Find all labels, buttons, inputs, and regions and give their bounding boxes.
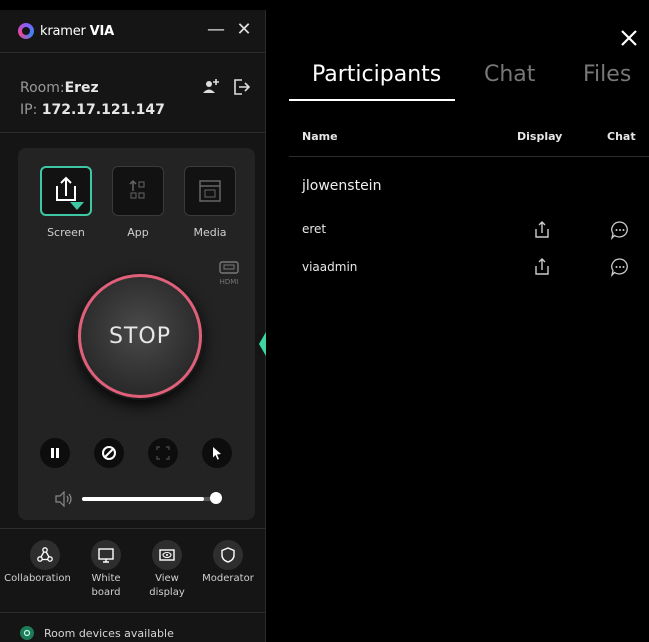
share-display-icon[interactable] [532, 220, 552, 240]
volume-knob[interactable] [210, 492, 222, 504]
ip-label: IP: [20, 102, 38, 118]
logo-brand: kramer [40, 23, 86, 39]
add-user-icon[interactable] [200, 76, 222, 98]
screen-label: Screen [47, 226, 85, 239]
pause-button[interactable] [40, 438, 70, 468]
block-icon [102, 446, 116, 460]
pause-icon [51, 448, 59, 458]
collaboration-button[interactable] [30, 540, 60, 570]
logo-icon [18, 23, 34, 39]
app-label: App [127, 226, 149, 239]
tab-participants[interactable]: Participants [312, 62, 441, 87]
participant-name: eret [302, 222, 327, 236]
active-tab-indicator [289, 99, 455, 101]
tab-files[interactable]: Files [583, 62, 631, 87]
participant-group: jlowenstein [302, 178, 382, 194]
logout-icon[interactable] [230, 76, 252, 98]
column-display: Display [517, 130, 563, 143]
room-info: Room:Erez [20, 80, 99, 96]
header-divider [289, 156, 649, 157]
whiteboard-button[interactable] [91, 540, 121, 570]
room-status: Room devices available [20, 626, 174, 640]
collapse-panel-handle[interactable] [259, 332, 266, 356]
status-text: Room devices available [44, 626, 174, 640]
column-chat: Chat [607, 130, 636, 143]
minimize-button[interactable]: — [206, 20, 226, 40]
close-panel-icon[interactable] [617, 26, 641, 50]
app-share-button[interactable] [112, 166, 164, 216]
volume-icon[interactable] [54, 491, 74, 507]
fullscreen-icon [156, 446, 170, 460]
pointer-icon [213, 447, 221, 460]
ip-value: 172.17.121.147 [41, 102, 165, 118]
media-label: Media [193, 226, 227, 239]
chat-bubble-icon[interactable] [610, 220, 630, 240]
stop-label: STOP [109, 323, 171, 349]
view-display-button[interactable] [152, 540, 182, 570]
hdmi-icon [219, 261, 239, 274]
share-screen-icon [56, 176, 84, 210]
view-display-label: View display [149, 573, 185, 598]
collaboration-icon [37, 547, 53, 562]
view-display-icon [159, 549, 175, 561]
status-divider [0, 612, 266, 613]
close-button[interactable]: ✕ [234, 20, 254, 40]
collaboration-label: Collaboration [4, 573, 71, 584]
participants-panel: Participants Chat Files Name Display Cha… [267, 0, 649, 642]
media-share-button[interactable] [184, 166, 236, 216]
share-display-icon[interactable] [532, 257, 552, 277]
media-icon [199, 180, 221, 202]
volume-fill [82, 497, 205, 501]
moderator-icon [221, 547, 235, 563]
room-label: Room: [20, 80, 65, 96]
moderator-button[interactable] [213, 540, 243, 570]
title-bar: kramer VIA — ✕ [0, 10, 266, 52]
tab-chat[interactable]: Chat [484, 62, 535, 87]
volume-slider[interactable] [82, 497, 218, 501]
whiteboard-label: White board [91, 573, 121, 598]
devices-available-icon [20, 626, 34, 640]
column-name: Name [302, 130, 338, 143]
logo-product: VIA [89, 23, 115, 39]
block-button[interactable] [94, 438, 124, 468]
pointer-button[interactable] [202, 438, 232, 468]
chat-bubble-icon[interactable] [610, 257, 630, 277]
logo-text: kramer VIA [40, 24, 114, 39]
via-control-panel: kramer VIA — ✕ Room:Erez IP: 172.17.121.… [0, 10, 266, 642]
stop-button[interactable]: STOP [78, 274, 202, 398]
participant-name: viaadmin [302, 260, 358, 274]
app-icon [129, 179, 145, 199]
fullscreen-button[interactable] [148, 438, 178, 468]
title-divider [0, 52, 266, 53]
ip-info: IP: 172.17.121.147 [20, 102, 165, 118]
room-divider [0, 132, 266, 133]
hdmi-label: HDMI [219, 278, 239, 286]
kramer-via-logo: kramer VIA [18, 23, 114, 39]
screen-share-button[interactable] [40, 166, 92, 216]
moderator-label: Moderator [202, 573, 254, 584]
feature-divider [0, 528, 266, 529]
hdmi-button[interactable]: HDMI [214, 260, 244, 288]
presentation-card: Screen App Media HDMI STOP [18, 148, 255, 520]
whiteboard-icon [98, 548, 114, 563]
room-value: Erez [64, 80, 99, 96]
